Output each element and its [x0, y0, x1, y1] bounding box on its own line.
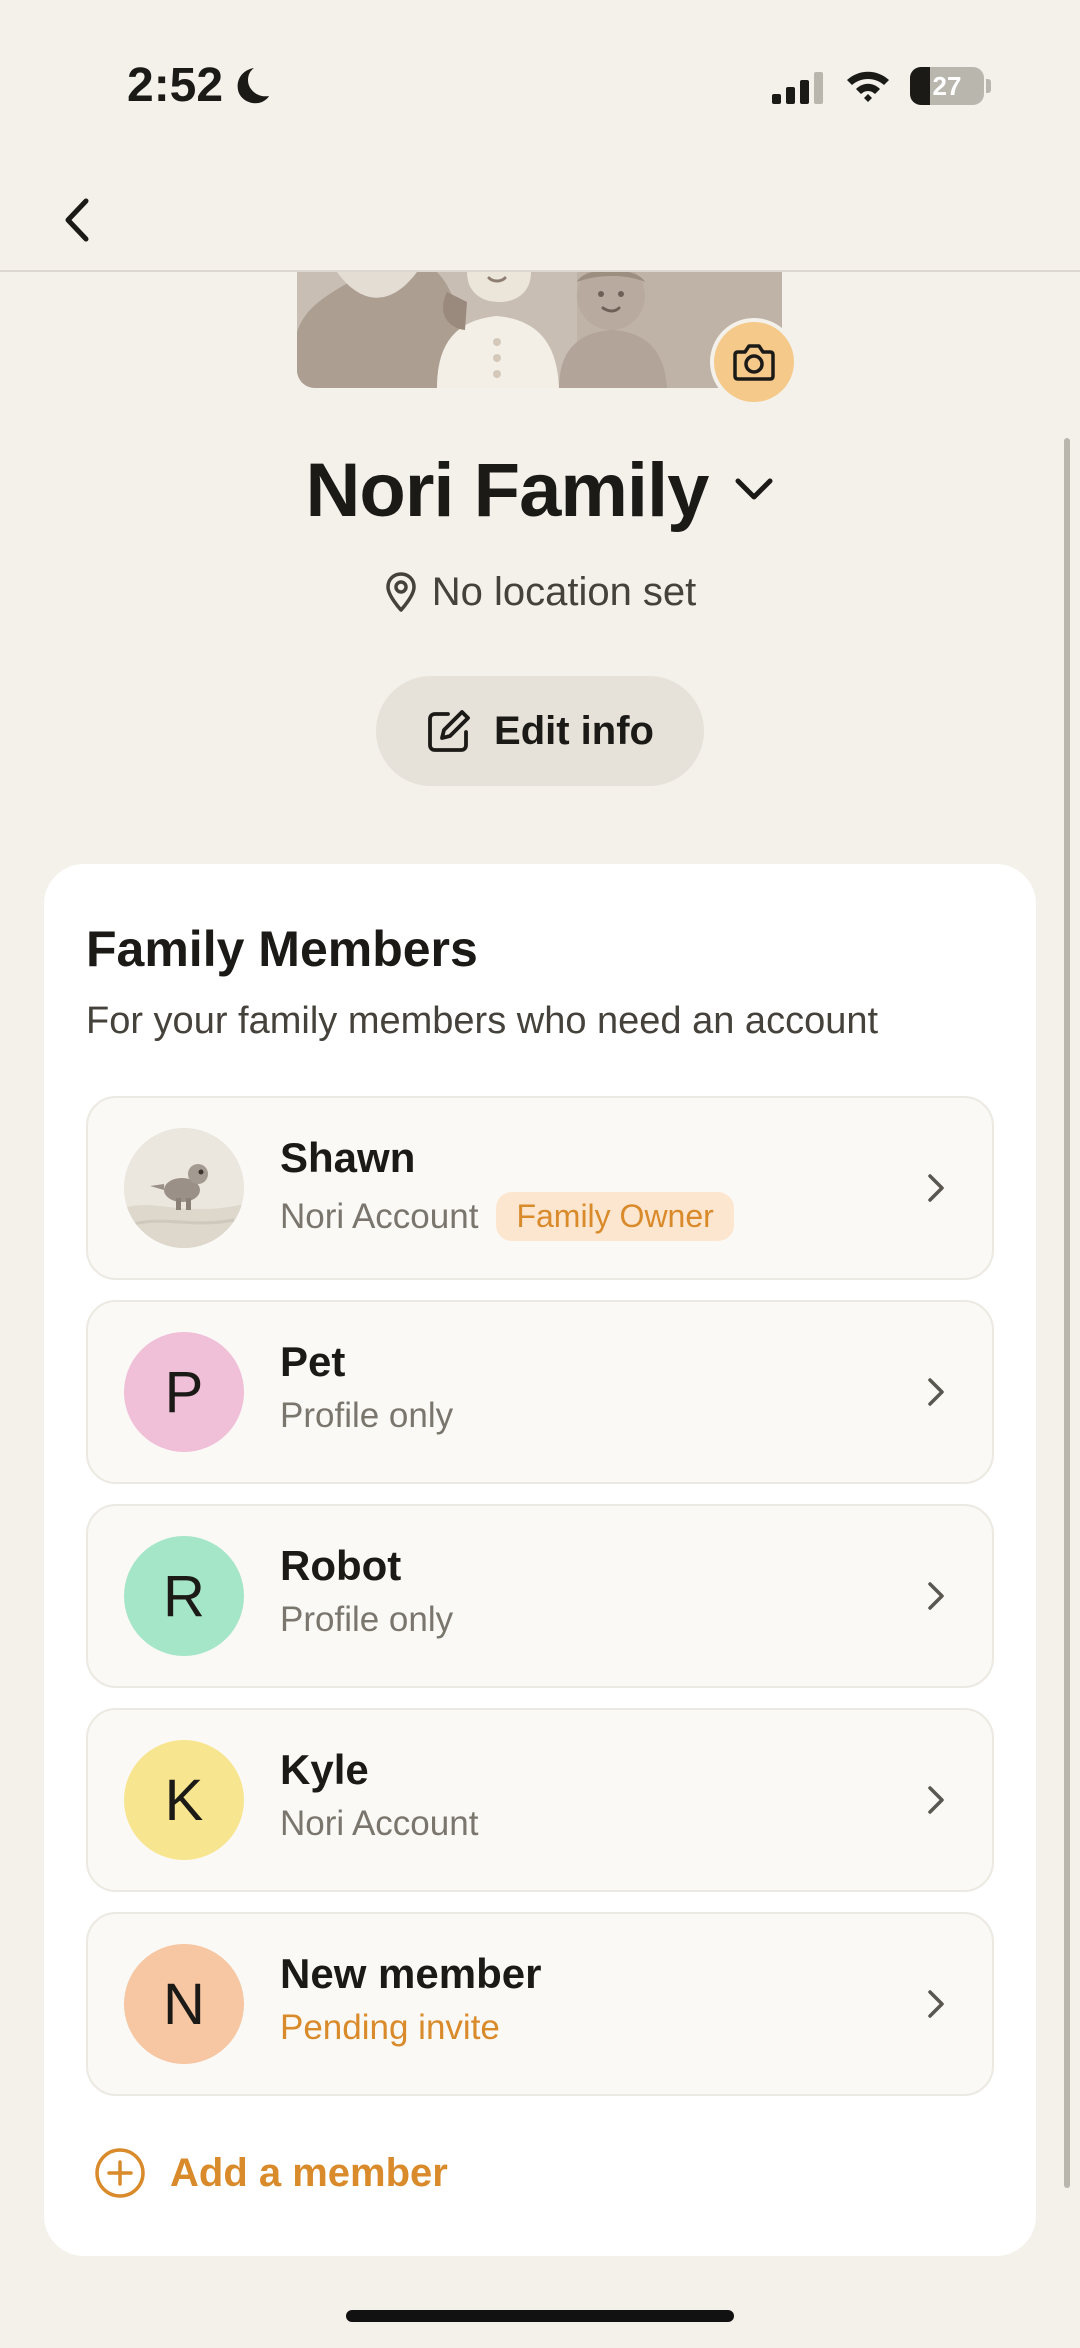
avatar: R — [124, 1536, 244, 1656]
member-details: Nori Account Family Owner — [280, 1192, 734, 1241]
avatar: K — [124, 1740, 244, 1860]
nav-bar — [0, 170, 1080, 270]
card-title: Family Members — [86, 921, 478, 977]
dinosaur-avatar-image — [124, 1128, 244, 1248]
location-text: No location set — [431, 569, 697, 614]
member-row-kyle[interactable]: K Kyle Nori Account — [86, 1708, 994, 1892]
chevron-left-icon — [65, 198, 89, 242]
chevron-right-icon — [928, 1174, 944, 1202]
pending-status: Pending invite — [280, 2008, 500, 2047]
member-name: Kyle — [280, 1746, 369, 1793]
family-switcher[interactable]: Nori Family — [0, 440, 1080, 540]
member-name: Robot — [280, 1542, 402, 1589]
member-details: Profile only — [280, 1396, 453, 1436]
edit-info-label: Edit info — [494, 708, 654, 753]
owner-badge: Family Owner — [496, 1192, 734, 1241]
scrollbar[interactable] — [1064, 438, 1070, 2188]
status-time: 2:52 — [127, 59, 224, 112]
battery-indicator: 27 — [910, 67, 984, 105]
add-member-label: Add a member — [170, 2150, 448, 2195]
edit-info-button[interactable]: Edit info — [376, 676, 704, 786]
change-photo-button[interactable] — [710, 318, 798, 406]
add-member-button[interactable]: Add a member — [94, 2138, 448, 2208]
avatar: P — [124, 1332, 244, 1452]
card-subtitle: For your family members who need an acco… — [86, 1000, 879, 1042]
chevron-right-icon — [928, 1990, 944, 2018]
edit-icon — [428, 710, 470, 752]
location: No location set — [0, 562, 1080, 622]
member-name: Shawn — [280, 1134, 416, 1181]
family-members-card: Family Members For your family members w… — [44, 864, 1036, 2256]
avatar — [124, 1128, 244, 1248]
member-type: Profile only — [280, 1396, 454, 1435]
member-row-new-member[interactable]: N New member Pending invite — [86, 1912, 994, 2096]
member-details: Profile only — [280, 1600, 453, 1640]
signal-icon — [772, 72, 823, 104]
chevron-right-icon — [928, 1582, 944, 1610]
status-bar: 2:52 27 — [0, 0, 1080, 170]
map-pin-icon — [385, 572, 416, 612]
member-type: Nori Account — [280, 1196, 479, 1236]
member-row-shawn[interactable]: Shawn Nori Account Family Owner — [86, 1096, 994, 1280]
camera-icon — [733, 344, 775, 381]
member-name: New member — [280, 1950, 542, 1997]
member-name: Pet — [280, 1338, 346, 1385]
chevron-right-icon — [928, 1786, 944, 1814]
family-illustration — [297, 272, 782, 388]
plus-circle-icon — [95, 2148, 145, 2198]
wifi-icon — [847, 71, 889, 102]
chevron-down-icon — [735, 478, 773, 500]
moon-icon — [237, 68, 269, 104]
member-row-robot[interactable]: R Robot Profile only — [86, 1504, 994, 1688]
back-button[interactable] — [48, 190, 108, 250]
member-details: Nori Account — [280, 1804, 478, 1844]
member-row-pet[interactable]: P Pet Profile only — [86, 1300, 994, 1484]
member-type: Nori Account — [280, 1804, 479, 1843]
home-indicator[interactable] — [346, 2310, 734, 2322]
family-photo[interactable] — [297, 272, 782, 388]
family-name: Nori Family — [305, 447, 710, 533]
battery-level: 27 — [932, 71, 962, 101]
chevron-right-icon — [928, 1378, 944, 1406]
avatar: N — [124, 1944, 244, 2064]
nav-divider — [0, 270, 1080, 272]
member-type: Profile only — [280, 1600, 454, 1639]
member-details: Pending invite — [280, 2008, 500, 2048]
